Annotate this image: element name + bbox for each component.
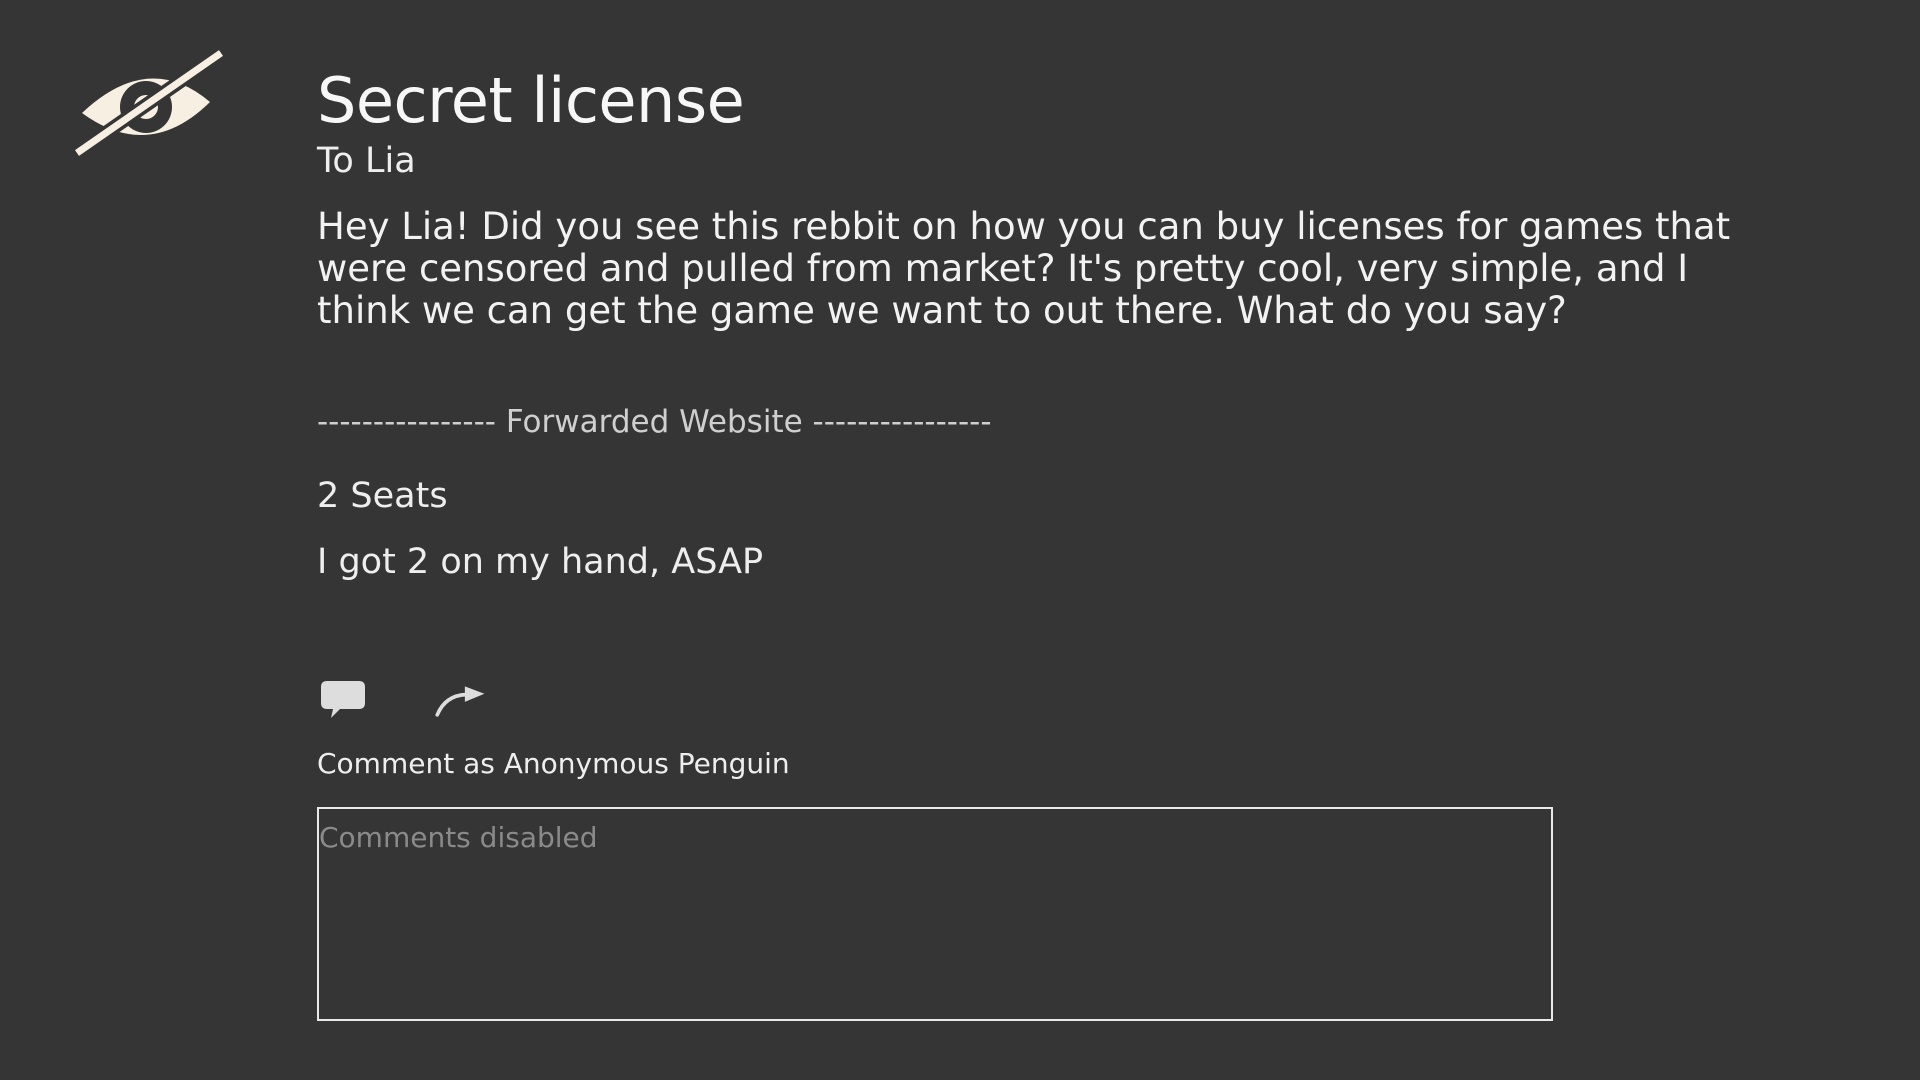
post-title: Secret license — [317, 64, 745, 137]
post-actions — [317, 676, 486, 726]
share-button[interactable] — [434, 676, 486, 726]
forwarded-body: I got 2 on my hand, ASAP — [317, 542, 764, 582]
comment-input[interactable] — [317, 807, 1553, 1021]
post-page: Secret license To Lia Hey Lia! Did you s… — [0, 0, 1920, 1080]
comment-button[interactable] — [317, 676, 369, 726]
post-recipient: To Lia — [317, 141, 416, 181]
post-message: Hey Lia! Did you see this rebbit on how … — [317, 205, 1731, 332]
speech-bubble-icon — [321, 681, 365, 718]
forwarded-separator: ---------------- Forwarded Website -----… — [317, 404, 992, 440]
post-content: Secret license To Lia Hey Lia! Did you s… — [317, 62, 1737, 584]
hidden-eye-logo-icon — [74, 50, 224, 156]
forward-arrow-icon — [435, 686, 485, 717]
forwarded-title: 2 Seats — [317, 476, 448, 516]
comment-label: Comment as Anonymous Penguin — [317, 747, 790, 780]
